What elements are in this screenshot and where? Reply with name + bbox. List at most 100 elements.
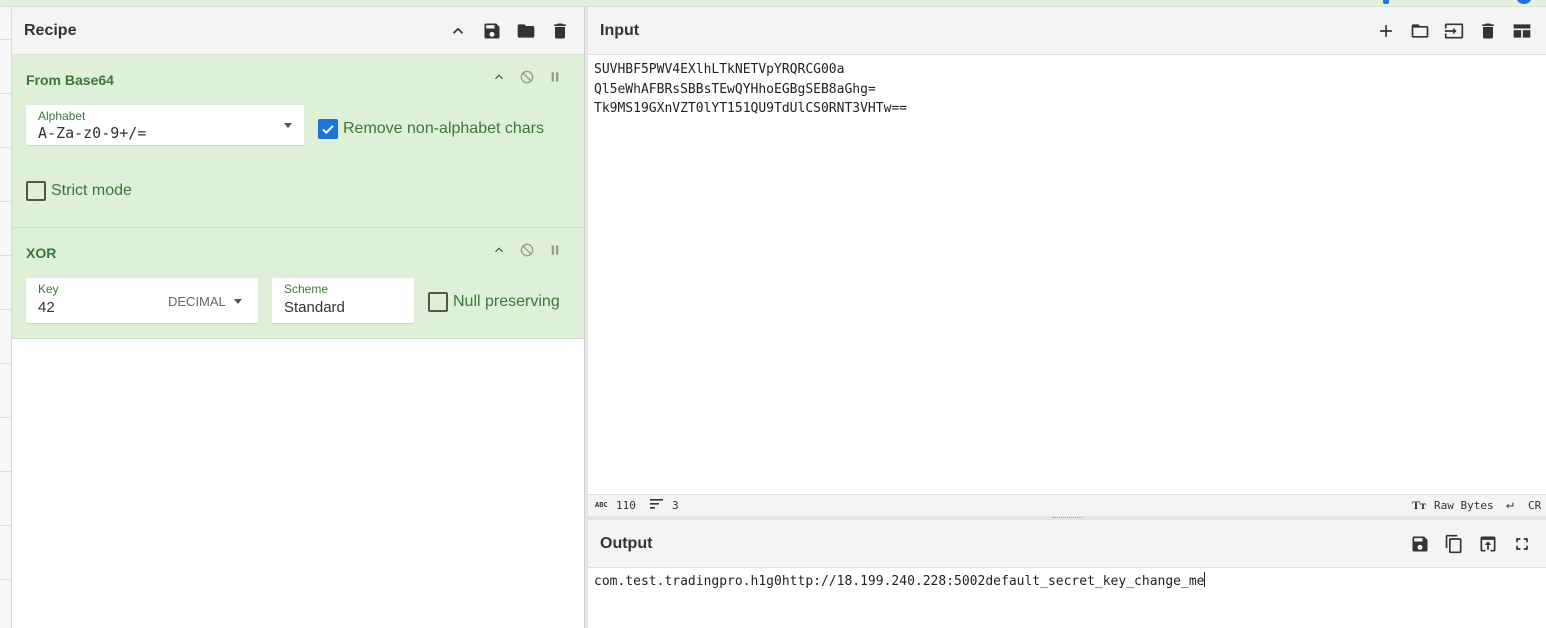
input-title: Input bbox=[600, 22, 640, 39]
collapse-operation-button[interactable] bbox=[490, 241, 508, 259]
breakpoint-button[interactable] bbox=[546, 68, 564, 86]
alphabet-select[interactable]: Alphabet A-Za-z0-9+/= bbox=[26, 105, 304, 146]
fullscreen-icon bbox=[1516, 538, 1528, 550]
input-line: Tk9MS19GXnVZT0lYT151QU9TdUlCS0RNT3VHTw== bbox=[594, 101, 908, 116]
operation-title: XOR bbox=[26, 245, 57, 261]
list-divider bbox=[0, 147, 11, 148]
list-divider bbox=[0, 417, 11, 418]
scheme-select[interactable]: Scheme Standard bbox=[272, 278, 414, 324]
maximise-output-button[interactable] bbox=[1510, 532, 1534, 556]
null-preserving-label[interactable]: Null preserving bbox=[453, 293, 560, 311]
strict-mode-checkbox[interactable] bbox=[26, 181, 46, 201]
checkmark-icon bbox=[322, 125, 334, 135]
operation-from-base64[interactable]: From Base64 Alphabet A-Za-z0-9+/= Remove… bbox=[12, 55, 584, 228]
input-line-count: 3 bbox=[672, 499, 679, 512]
list-divider bbox=[0, 93, 11, 94]
chevron-up-icon bbox=[495, 247, 503, 253]
open-folder-button[interactable] bbox=[1442, 19, 1466, 43]
lines-icon bbox=[650, 499, 664, 512]
load-recipe-button[interactable] bbox=[514, 19, 538, 43]
recipe-header: Recipe bbox=[12, 7, 584, 55]
remove-nonalpha-checkbox[interactable] bbox=[318, 119, 338, 139]
alphabet-value: A-Za-z0-9+/= bbox=[38, 124, 147, 142]
top-accent-marker bbox=[1383, 0, 1389, 4]
list-divider bbox=[0, 309, 11, 310]
chevron-up-icon bbox=[495, 74, 503, 80]
copy-output-button[interactable] bbox=[1442, 532, 1466, 556]
folder-open-icon bbox=[1411, 24, 1429, 38]
text-cursor bbox=[1204, 572, 1206, 587]
save-icon bbox=[484, 23, 500, 39]
null-preserving-checkbox[interactable] bbox=[428, 292, 448, 312]
input-textarea[interactable]: SUVHBF5PWV4EXlhLTkNETVpYRQRCG00a Ql5eWhA… bbox=[588, 55, 1546, 494]
key-format-dropdown[interactable]: DECIMAL bbox=[168, 294, 226, 309]
input-icon bbox=[1444, 23, 1464, 39]
breakpoint-button[interactable] bbox=[546, 241, 564, 259]
top-accent-dot bbox=[1517, 0, 1531, 4]
list-divider bbox=[0, 39, 11, 40]
add-input-tab-button[interactable] bbox=[1374, 19, 1398, 43]
open-file-button[interactable] bbox=[1408, 19, 1432, 43]
list-divider bbox=[0, 579, 11, 580]
input-eol[interactable]: CR bbox=[1528, 499, 1541, 512]
disable-operation-button[interactable] bbox=[518, 68, 536, 86]
operations-list-edge[interactable] bbox=[0, 7, 12, 628]
disable-icon bbox=[520, 70, 534, 84]
trash-icon bbox=[1482, 23, 1494, 39]
plus-icon bbox=[1380, 25, 1392, 37]
list-divider bbox=[0, 525, 11, 526]
clear-recipe-button[interactable] bbox=[548, 19, 572, 43]
list-divider bbox=[0, 471, 11, 472]
top-strip bbox=[0, 0, 1546, 7]
key-input[interactable]: Key 42 DECIMAL bbox=[26, 278, 258, 324]
input-line: Ql5eWhAFBRsSBBsTEwQYHhoEGBgSEB8aGhg= bbox=[594, 81, 876, 97]
chevron-down-icon bbox=[284, 123, 292, 128]
clear-input-button[interactable] bbox=[1476, 19, 1500, 43]
list-divider bbox=[0, 255, 11, 256]
collapse-operation-button[interactable] bbox=[490, 68, 508, 86]
remove-nonalpha-label[interactable]: Remove non-alphabet chars bbox=[343, 120, 544, 138]
key-label: Key bbox=[38, 282, 59, 296]
save-output-button[interactable] bbox=[1408, 532, 1432, 556]
output-text: com.test.tradingpro.h1g0http://18.199.24… bbox=[594, 574, 1205, 589]
output-textarea[interactable]: com.test.tradingpro.h1g0http://18.199.24… bbox=[588, 568, 1546, 628]
recipe-title: Recipe bbox=[24, 22, 77, 39]
scheme-label: Scheme bbox=[284, 282, 329, 296]
input-length: 110 bbox=[616, 499, 636, 512]
output-to-input-icon bbox=[1480, 536, 1496, 552]
input-status-bar: ABC 110 3 Tт Raw Bytes ↵ CR bbox=[588, 494, 1546, 516]
disable-icon bbox=[520, 243, 534, 257]
output-header: Output bbox=[588, 520, 1546, 568]
recipe-panel: Recipe From Base64 Alphabet A-Za-z0-9+/= bbox=[12, 7, 584, 628]
io-panel: Input SUVHBF5PWV4EXlhLTkNETVpYRQRCG00a Q… bbox=[588, 7, 1546, 628]
scheme-value: Standard bbox=[284, 299, 345, 316]
pause-icon bbox=[551, 245, 559, 255]
list-divider bbox=[0, 363, 11, 364]
output-title: Output bbox=[600, 535, 653, 552]
input-text[interactable]: SUVHBF5PWV4EXlhLTkNETVpYRQRCG00a Ql5eWhA… bbox=[594, 60, 907, 119]
collapse-all-button[interactable] bbox=[446, 19, 470, 43]
list-divider bbox=[0, 201, 11, 202]
return-icon[interactable]: ↵ bbox=[1506, 497, 1514, 512]
layout-icon bbox=[1513, 24, 1531, 38]
trash-icon bbox=[554, 23, 566, 39]
save-icon bbox=[1412, 536, 1428, 552]
input-line: SUVHBF5PWV4EXlhLTkNETVpYRQRCG00a bbox=[594, 62, 845, 77]
length-icon: ABC bbox=[595, 501, 608, 509]
key-value[interactable]: 42 bbox=[38, 299, 55, 316]
alphabet-label: Alphabet bbox=[38, 109, 86, 123]
replace-input-button[interactable] bbox=[1476, 532, 1500, 556]
copy-icon bbox=[1445, 534, 1462, 554]
strict-mode-label[interactable]: Strict mode bbox=[51, 182, 132, 200]
save-recipe-button[interactable] bbox=[480, 19, 504, 43]
splitter-grip[interactable] bbox=[1052, 517, 1082, 519]
pause-icon bbox=[551, 72, 559, 82]
operation-title: From Base64 bbox=[26, 72, 114, 88]
disable-operation-button[interactable] bbox=[518, 241, 536, 259]
output-text-wrap[interactable]: com.test.tradingpro.h1g0http://18.199.24… bbox=[594, 572, 1206, 591]
operation-xor[interactable]: XOR Key 42 DECIMAL Scheme Standard Null … bbox=[12, 228, 584, 339]
reset-layout-button[interactable] bbox=[1510, 19, 1534, 43]
chevron-up-icon bbox=[453, 27, 463, 34]
input-encoding[interactable]: Raw Bytes bbox=[1434, 499, 1494, 512]
text-size-icon[interactable]: Tт bbox=[1412, 498, 1426, 513]
